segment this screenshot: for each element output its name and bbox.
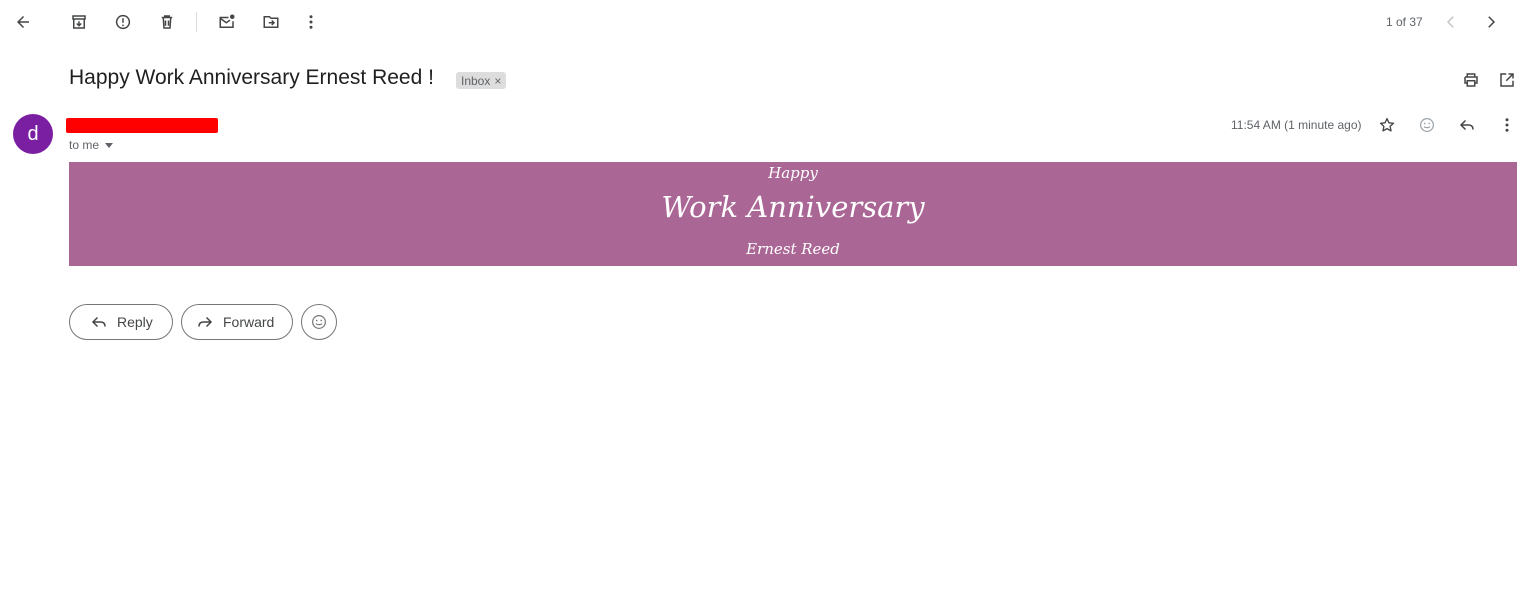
add-reaction-button[interactable] <box>1415 113 1439 137</box>
report-spam-icon <box>115 14 131 30</box>
forward-icon <box>198 316 213 328</box>
open-in-new-icon <box>1500 73 1514 87</box>
chevron-left-icon <box>1446 16 1454 28</box>
archive-icon <box>72 15 86 29</box>
recipient-text: to me <box>69 138 100 152</box>
banner-line-title: Work Anniversary <box>661 190 925 224</box>
move-to-button[interactable] <box>259 10 283 34</box>
more-options-button[interactable] <box>299 10 323 34</box>
sender-name-redacted <box>66 118 218 133</box>
anniversary-banner: Happy Work Anniversary Ernest Reed <box>69 162 1517 266</box>
caret-down-icon <box>105 143 114 148</box>
back-button[interactable] <box>11 10 35 34</box>
reply-button[interactable]: Reply <box>69 304 173 340</box>
archive-button[interactable] <box>67 10 91 34</box>
star-icon <box>1379 117 1395 132</box>
forward-label: Forward <box>223 314 275 330</box>
more-vert-icon <box>1505 118 1509 132</box>
prev-email-button[interactable] <box>1439 10 1463 34</box>
mark-unread-button[interactable] <box>215 10 239 34</box>
reply-icon <box>1459 119 1474 131</box>
toolbar-divider <box>196 12 197 32</box>
email-subject: Happy Work Anniversary Ernest Reed ! <box>69 66 434 89</box>
report-spam-button[interactable] <box>111 10 135 34</box>
print-icon <box>1464 73 1478 87</box>
inbox-label-chip[interactable]: Inbox × <box>456 72 507 89</box>
next-email-button[interactable] <box>1479 10 1503 34</box>
open-new-window-button[interactable] <box>1495 68 1519 92</box>
pager-count: 1 of 37 <box>1386 15 1423 29</box>
print-button[interactable] <box>1459 68 1483 92</box>
mark-unread-icon <box>219 14 235 28</box>
move-to-folder-icon <box>263 16 279 28</box>
message-more-button[interactable] <box>1495 113 1519 137</box>
email-timestamp: 11:54 AM (1 minute ago) <box>1231 118 1362 132</box>
more-vert-icon <box>309 15 313 29</box>
forward-button[interactable]: Forward <box>181 304 293 340</box>
emoji-reaction-button[interactable] <box>301 304 337 340</box>
banner-line-name: Ernest Reed <box>746 240 840 258</box>
reply-icon <box>91 316 106 328</box>
star-button[interactable] <box>1375 113 1399 137</box>
emoji-icon <box>312 315 326 329</box>
reply-label: Reply <box>117 314 153 330</box>
remove-label-icon[interactable]: × <box>494 74 501 88</box>
delete-button[interactable] <box>155 10 179 34</box>
reply-icon-button[interactable] <box>1455 113 1479 137</box>
banner-line-happy: Happy <box>768 164 818 182</box>
trash-icon <box>161 15 173 29</box>
emoji-icon <box>1420 118 1434 132</box>
recipient-details-toggle[interactable]: to me <box>69 138 114 152</box>
arrow-left-icon <box>17 16 29 28</box>
sender-avatar[interactable]: d <box>13 114 53 154</box>
label-text: Inbox <box>461 73 491 88</box>
chevron-right-icon <box>1488 16 1496 28</box>
